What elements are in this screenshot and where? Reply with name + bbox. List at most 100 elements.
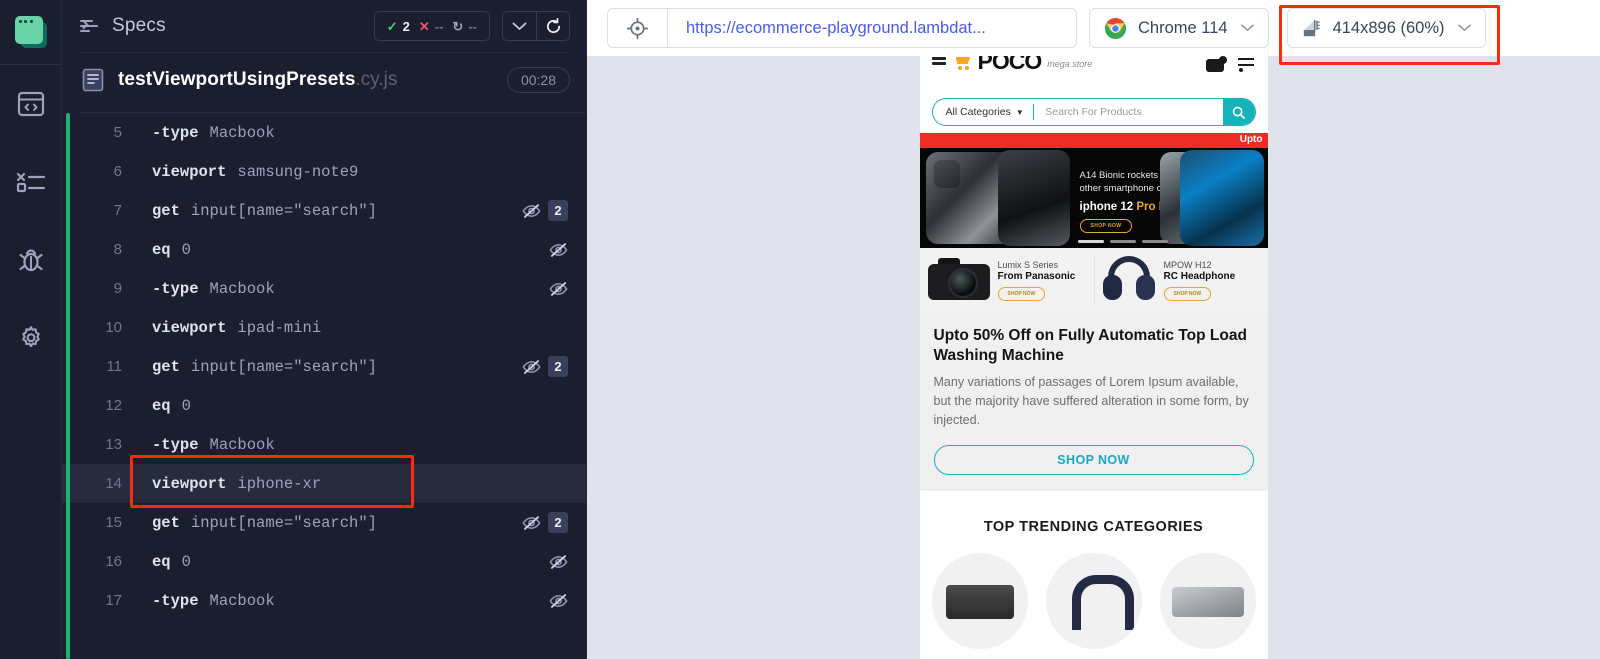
promo-card[interactable]: Lumix S Series From Panasonic SHOP NOW [920, 248, 1094, 312]
command-argument: Macbook [209, 435, 275, 454]
command-meta [549, 554, 586, 570]
command-count-badge: 2 [548, 512, 568, 533]
carousel-dots[interactable] [1077, 240, 1168, 243]
command-body: -type Macbook [138, 124, 568, 142]
command-method: viewport [152, 162, 227, 181]
sidebar-item-specs[interactable] [0, 65, 62, 143]
hidden-eye-icon[interactable] [522, 515, 541, 531]
promo-shop-now-button[interactable]: SHOP NOW [997, 286, 1046, 301]
preview-toolbar: https://ecommerce-playground.lambdat... … [587, 0, 1600, 65]
hidden-eye-icon[interactable] [522, 359, 541, 375]
hidden-eye-icon[interactable] [549, 593, 568, 609]
command-body: -type Macbook [138, 592, 549, 610]
category-laptop-image[interactable] [1159, 552, 1256, 649]
store-logo-text: POCO [977, 56, 1043, 74]
sidebar-item-runs[interactable] [0, 143, 62, 221]
command-body: -type Macbook [138, 280, 549, 298]
command-body: get input[name="search"] [138, 202, 522, 220]
spec-extension: .cy.js [355, 69, 398, 90]
store-search-bar[interactable]: All Categories ▼ Search For Products [931, 98, 1256, 126]
promo-title-bottom: RC Headphone [1163, 270, 1236, 282]
command-row[interactable]: 10 viewport ipad-mini [62, 308, 586, 347]
promo-shop-now-button[interactable]: SHOP NOW [1163, 286, 1212, 301]
account-icon[interactable] [1205, 56, 1227, 72]
category-headphone-image[interactable] [1045, 552, 1142, 649]
category-select[interactable]: All Categories ▼ [933, 106, 1033, 118]
command-count-badge: 2 [548, 356, 568, 377]
hero-banner[interactable]: A14 Bionic rockets past other smartphone… [919, 148, 1268, 248]
specs-title-group[interactable]: Specs [78, 15, 362, 37]
command-method: get [152, 513, 180, 532]
sidebar-item-debug[interactable] [0, 221, 62, 299]
collapse-button[interactable] [503, 12, 536, 40]
command-number: 7 [113, 202, 122, 219]
browser-selector[interactable]: Chrome 114 [1089, 8, 1269, 48]
feature-section: Upto 50% Off on Fully Automatic Top Load… [919, 312, 1268, 491]
pending-circle-icon: ↻ [452, 18, 464, 34]
cypress-logo-icon[interactable] [11, 12, 51, 52]
chevron-down-icon [1240, 24, 1254, 32]
command-row[interactable]: 5 -type Macbook [62, 113, 586, 152]
command-row[interactable]: 16 eq 0 [62, 542, 586, 581]
trending-section: TOP TRENDING CATEGORIES [919, 490, 1268, 649]
command-row[interactable]: 15 get input[name="search"] 2 [62, 503, 586, 542]
command-method: eq [152, 396, 171, 415]
crosshair-icon [627, 17, 648, 39]
sidebar-item-settings[interactable] [0, 299, 62, 377]
cart-icon[interactable] [1237, 58, 1254, 72]
promo-card[interactable]: MPOW H12 RC Headphone SHOP NOW [1093, 248, 1268, 312]
command-row[interactable]: 9 -type Macbook [62, 269, 586, 308]
command-number: 6 [113, 163, 122, 180]
command-number: 14 [105, 475, 122, 492]
hero-phone-right-image [1179, 150, 1264, 246]
spec-duration: 00:28 [506, 67, 570, 93]
feature-shop-now-button[interactable]: SHOP NOW [933, 444, 1254, 475]
stat-pending: ↻ -- [452, 19, 477, 34]
command-argument: iphone-xr [237, 474, 322, 493]
hidden-eye-icon[interactable] [549, 242, 568, 258]
selector-playground-button[interactable] [608, 9, 668, 47]
command-body: eq 0 [138, 241, 549, 259]
stat-failed: ✕ -- [419, 19, 444, 34]
search-input[interactable]: Search For Products [1034, 106, 1222, 118]
command-row[interactable]: 11 get input[name="search"] 2 [62, 347, 586, 386]
command-number: 16 [105, 553, 122, 570]
code-window-icon [17, 91, 44, 117]
promo-card-row: Lumix S Series From Panasonic SHOP NOW M… [919, 248, 1268, 312]
store-logo[interactable]: POCO mega store [955, 56, 1092, 74]
promo-title-top: Lumix S Series [997, 259, 1059, 270]
command-row[interactable]: 14 viewport iphone-xr [62, 464, 586, 503]
hidden-eye-icon[interactable] [522, 203, 541, 219]
command-body: viewport ipad-mini [138, 319, 568, 337]
command-row[interactable]: 7 get input[name="search"] 2 [62, 191, 586, 230]
command-number: 10 [105, 319, 122, 336]
app-under-test-frame[interactable]: POCO mega store All Categories ▼ Search … [919, 56, 1268, 659]
viewport-selector[interactable]: 414x896 (60%) [1286, 8, 1486, 48]
command-method: viewport [152, 318, 227, 337]
command-list[interactable]: 5 -type Macbook 6 viewport samsung-note9 7 get i… [62, 107, 586, 659]
command-argument: 0 [181, 240, 191, 259]
command-row[interactable]: 12 eq 0 [62, 386, 586, 425]
hidden-eye-icon[interactable] [549, 554, 568, 570]
command-row[interactable]: 17 -type Macbook [62, 581, 586, 620]
bug-icon [18, 249, 43, 272]
command-meta: 2 [522, 356, 586, 377]
command-body: -type Macbook [138, 436, 568, 454]
reload-button[interactable] [536, 12, 569, 40]
search-button[interactable] [1222, 99, 1255, 125]
url-text[interactable]: https://ecommerce-playground.lambdat... [668, 19, 1076, 38]
category-printer-image[interactable] [931, 552, 1028, 649]
menu-icon[interactable] [931, 56, 946, 67]
url-bar[interactable]: https://ecommerce-playground.lambdat... [607, 8, 1077, 48]
feature-title: Upto 50% Off on Fully Automatic Top Load… [933, 327, 1247, 364]
command-number: 9 [113, 280, 122, 297]
hidden-eye-icon[interactable] [549, 281, 568, 297]
command-meta: 2 [522, 512, 586, 533]
spec-file-row[interactable]: testViewportUsingPresets.cy.js 00:28 [62, 53, 586, 107]
command-row[interactable]: 13 -type Macbook [62, 425, 586, 464]
command-meta [549, 593, 586, 609]
command-row[interactable]: 8 eq 0 [62, 230, 586, 269]
hero-shop-now-button[interactable]: SHOP NOW [1079, 218, 1133, 233]
command-row[interactable]: 6 viewport samsung-note9 [62, 152, 586, 191]
command-argument: ipad-mini [237, 318, 322, 337]
